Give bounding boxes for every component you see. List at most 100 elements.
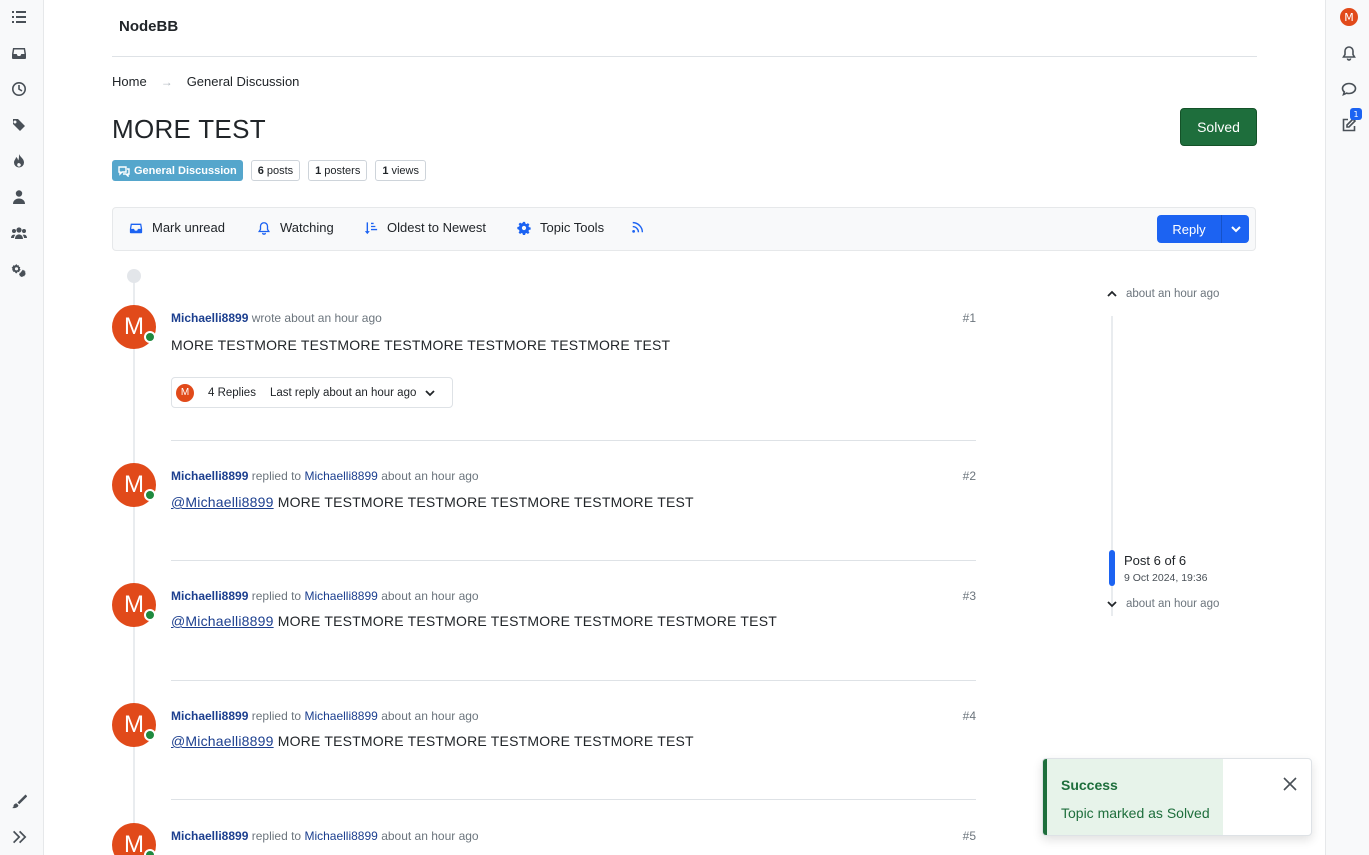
- tags-icon[interactable]: [10, 116, 28, 134]
- header-divider: [112, 56, 1257, 57]
- post-divider: [171, 680, 976, 681]
- recent-clock-icon[interactable]: [10, 80, 28, 98]
- post-divider: [171, 560, 976, 561]
- toast-message: Topic marked as Solved: [1061, 805, 1210, 821]
- breadcrumb-home[interactable]: Home: [112, 74, 147, 89]
- category-badge[interactable]: General Discussion: [112, 160, 243, 181]
- breadcrumb-category[interactable]: General Discussion: [187, 74, 300, 89]
- post-time[interactable]: about an hour ago: [381, 709, 478, 723]
- navigator-top[interactable]: about an hour ago: [1106, 288, 1219, 300]
- chevron-down-icon: [425, 389, 436, 396]
- skin-brush-icon[interactable]: [10, 792, 28, 810]
- post-text: MORE TESTMORE TESTMORE TESTMORE TESTMORE…: [277, 733, 694, 749]
- toast-close-icon[interactable]: [1281, 775, 1299, 793]
- breadcrumb: Home → General Discussion: [112, 74, 299, 89]
- chevron-up-icon: [1107, 290, 1117, 297]
- chevron-down-icon: [1107, 601, 1117, 608]
- site-brand[interactable]: NodeBB: [119, 18, 178, 35]
- reply-button[interactable]: Reply: [1157, 215, 1221, 243]
- user-mention-link[interactable]: @Michaelli8899: [171, 733, 274, 749]
- posts-count: 6: [257, 164, 264, 177]
- post-navigator: about an hour ago Post 6 of 6 9 Oct 2024…: [1106, 286, 1256, 616]
- sort-button[interactable]: Oldest to Newest: [364, 220, 486, 235]
- watching-button[interactable]: Watching: [257, 220, 334, 235]
- posts-stat: 6 posts: [250, 160, 301, 181]
- reply-target[interactable]: Michaelli8899: [304, 469, 377, 483]
- post-meta: Michaelli8899 wrote about an hour ago: [171, 311, 382, 325]
- topic-title: MORE TEST: [112, 114, 266, 144]
- timeline-start-dot: [127, 269, 141, 283]
- navigator-top-time: about an hour ago: [1126, 288, 1220, 300]
- post-text: MORE TESTMORE TESTMORE TESTMORE TESTMORE…: [277, 494, 694, 510]
- sort-label: Oldest to Newest: [387, 220, 486, 235]
- replies-toggle[interactable]: M 4 Replies Last reply about an hour ago: [171, 377, 453, 408]
- notifications-bell-icon[interactable]: [1340, 44, 1358, 62]
- category-badge-label: General Discussion: [134, 164, 237, 177]
- post-content: @Michaelli8899 MORE TESTMORE TESTMORE TE…: [171, 733, 694, 749]
- sort-icon: [364, 221, 378, 234]
- post-action: replied to: [251, 469, 302, 483]
- navigator-handle[interactable]: [1109, 550, 1115, 586]
- post-author[interactable]: Michaelli8899: [171, 829, 248, 843]
- admin-gears-icon[interactable]: [10, 260, 28, 278]
- categories-list-icon[interactable]: [10, 8, 28, 26]
- post-action: wrote about an hour ago: [251, 311, 382, 325]
- navigator-bottom[interactable]: about an hour ago: [1106, 598, 1219, 610]
- users-icon[interactable]: [10, 188, 28, 206]
- post-action: replied to: [251, 829, 302, 843]
- post-text: MORE TESTMORE TESTMORE TESTMORE TESTMORE…: [277, 613, 778, 629]
- popular-fire-icon[interactable]: [10, 152, 28, 170]
- navigator-bottom-time: about an hour ago: [1126, 598, 1220, 610]
- post-time[interactable]: about an hour ago: [381, 829, 478, 843]
- post-author[interactable]: Michaelli8899: [171, 589, 248, 603]
- toast-title: Success: [1061, 777, 1118, 793]
- posters-label: posters: [324, 164, 361, 177]
- topic-toolbar: Mark unread Watching Oldest to Newest To…: [112, 207, 1256, 251]
- comments-icon: [118, 165, 130, 177]
- post: M Michaelli8899 replied to Michaelli8899…: [112, 703, 976, 803]
- rss-feed-icon[interactable]: [631, 220, 645, 234]
- user-mention-link[interactable]: @Michaelli8899: [171, 494, 274, 510]
- post-number[interactable]: #3: [963, 589, 976, 603]
- post-number[interactable]: #5: [963, 829, 976, 843]
- post-author[interactable]: Michaelli8899: [171, 311, 248, 325]
- drafts-count-badge: 1: [1350, 108, 1362, 120]
- post-author[interactable]: Michaelli8899: [171, 469, 248, 483]
- post-number[interactable]: #4: [963, 709, 976, 723]
- right-sidebar: M 1: [1325, 0, 1369, 855]
- topic-tools-label: Topic Tools: [540, 220, 605, 235]
- reply-target[interactable]: Michaelli8899: [304, 709, 377, 723]
- expand-sidebar-icon[interactable]: [10, 828, 28, 846]
- post-number[interactable]: #1: [963, 311, 976, 325]
- post-meta: Michaelli8899 replied to Michaelli8899 a…: [171, 709, 479, 723]
- topic-tools-button[interactable]: Topic Tools: [517, 220, 604, 235]
- bell-icon: [258, 221, 270, 235]
- user-avatar[interactable]: M: [1340, 8, 1358, 26]
- breadcrumb-arrow-icon: →: [160, 74, 173, 89]
- last-reply: Last reply about an hour ago: [269, 386, 417, 399]
- reply-options-dropdown[interactable]: [1221, 215, 1249, 243]
- post: M Michaelli8899 wrote about an hour ago …: [112, 305, 976, 455]
- reply-target[interactable]: Michaelli8899: [304, 589, 377, 603]
- post-time[interactable]: about an hour ago: [381, 469, 478, 483]
- reply-target[interactable]: Michaelli8899: [304, 829, 377, 843]
- gear-icon: [517, 221, 531, 235]
- posters-stat: 1 posters: [308, 160, 368, 181]
- reply-avatar: M: [176, 383, 194, 402]
- post-content: @Michaelli8899 MORE TESTMORE TESTMORE TE…: [171, 494, 694, 510]
- posts-label: posts: [266, 164, 294, 177]
- solved-button[interactable]: Solved: [1180, 108, 1257, 146]
- chats-bubble-icon[interactable]: [1340, 80, 1358, 98]
- post-author[interactable]: Michaelli8899: [171, 709, 248, 723]
- post-action: replied to: [251, 709, 302, 723]
- topic-stats: General Discussion 6 posts 1 posters 1 v…: [112, 160, 426, 181]
- chevron-down-icon: [1230, 226, 1241, 233]
- mark-unread-button[interactable]: Mark unread: [129, 220, 225, 235]
- user-mention-link[interactable]: @Michaelli8899: [171, 613, 274, 629]
- views-stat: 1 views: [375, 160, 426, 181]
- posters-count: 1: [315, 164, 322, 177]
- groups-icon[interactable]: [10, 224, 28, 242]
- post-number[interactable]: #2: [963, 469, 976, 483]
- unread-inbox-icon[interactable]: [10, 44, 28, 62]
- post-time[interactable]: about an hour ago: [381, 589, 478, 603]
